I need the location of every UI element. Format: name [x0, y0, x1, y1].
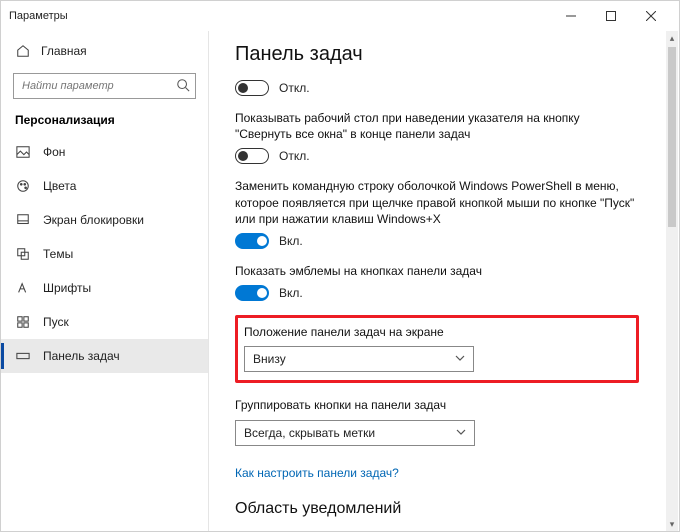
- content-scroll: Панель задач Откл. Показывать рабочий ст…: [209, 31, 679, 531]
- image-icon: [15, 144, 31, 160]
- sidebar-section-header: Персонализация: [1, 113, 208, 127]
- sidebar-item-background[interactable]: Фон: [1, 135, 208, 169]
- setting-label: Показывать рабочий стол при наведении ук…: [235, 110, 639, 142]
- toggle-state: Откл.: [279, 149, 310, 163]
- search-wrap: [13, 73, 196, 99]
- toggle-state: Вкл.: [279, 286, 303, 300]
- sidebar-item-lockscreen[interactable]: Экран блокировки: [1, 203, 208, 237]
- highlight-taskbar-position: Положение панели задач на экране Внизу: [235, 315, 639, 383]
- sidebar-item-fonts[interactable]: Шрифты: [1, 271, 208, 305]
- start-icon: [15, 314, 31, 330]
- content-pane: Панель задач Откл. Показывать рабочий ст…: [209, 31, 679, 531]
- setting-label: Показать эмблемы на кнопках панели задач: [235, 263, 639, 279]
- sidebar: Главная Персонализация Фон Цвета: [1, 31, 209, 531]
- sidebar-item-label: Темы: [43, 247, 73, 261]
- setting-peek-desktop: Показывать рабочий стол при наведении ук…: [235, 110, 639, 164]
- scrollbar-down-arrow[interactable]: ▾: [666, 517, 678, 531]
- sidebar-item-label: Панель задач: [43, 349, 120, 363]
- search-input[interactable]: [13, 73, 196, 99]
- close-button[interactable]: [631, 1, 671, 31]
- dropdown-taskbar-position[interactable]: Внизу: [244, 346, 474, 372]
- home-icon: [15, 43, 31, 59]
- lockscreen-icon: [15, 212, 31, 228]
- setting-label: Заменить командную строку оболочкой Wind…: [235, 178, 639, 227]
- settings-window: Параметры Главная: [0, 0, 680, 532]
- setting-badges: Показать эмблемы на кнопках панели задач…: [235, 263, 639, 301]
- sidebar-item-label: Пуск: [43, 315, 69, 329]
- section-notification-area: Область уведомлений: [235, 500, 639, 518]
- taskbar-icon: [15, 348, 31, 364]
- dropdown-value: Всегда, скрывать метки: [244, 426, 375, 440]
- sidebar-item-taskbar[interactable]: Панель задач: [1, 339, 208, 373]
- themes-icon: [15, 246, 31, 262]
- maximize-button[interactable]: [591, 1, 631, 31]
- home-button[interactable]: Главная: [1, 37, 208, 65]
- home-label: Главная: [41, 44, 87, 58]
- minimize-button[interactable]: [551, 1, 591, 31]
- vertical-scrollbar[interactable]: ▴ ▾: [666, 31, 678, 531]
- sidebar-item-label: Шрифты: [43, 281, 91, 295]
- main-area: Главная Персонализация Фон Цвета: [1, 31, 679, 531]
- toggle-peek-desktop[interactable]: [235, 148, 269, 164]
- setting-powershell: Заменить командную строку оболочкой Wind…: [235, 178, 639, 249]
- toggle-prev[interactable]: [235, 80, 269, 96]
- setting-unknown-prev: Откл.: [235, 80, 639, 96]
- chevron-down-icon: [456, 426, 466, 440]
- page-title: Панель задач: [235, 43, 639, 66]
- sidebar-item-themes[interactable]: Темы: [1, 237, 208, 271]
- help-link-taskbar[interactable]: Как настроить панели задач?: [235, 466, 399, 480]
- search-icon: [176, 78, 190, 95]
- toggle-state: Вкл.: [279, 234, 303, 248]
- scrollbar-up-arrow[interactable]: ▴: [666, 31, 678, 45]
- setting-label: Положение панели задач на экране: [244, 324, 630, 340]
- dropdown-group-buttons[interactable]: Всегда, скрывать метки: [235, 420, 475, 446]
- setting-group-buttons: Группировать кнопки на панели задач Всег…: [235, 397, 639, 445]
- sidebar-item-label: Фон: [43, 145, 65, 159]
- sidebar-item-label: Экран блокировки: [43, 213, 144, 227]
- dropdown-value: Внизу: [253, 352, 286, 366]
- titlebar: Параметры: [1, 1, 679, 31]
- sidebar-item-label: Цвета: [43, 179, 76, 193]
- scrollbar-thumb[interactable]: [668, 47, 676, 227]
- toggle-state: Откл.: [279, 81, 310, 95]
- sidebar-nav: Фон Цвета Экран блокировки Темы Шрифты: [1, 135, 208, 373]
- toggle-badges[interactable]: [235, 285, 269, 301]
- palette-icon: [15, 178, 31, 194]
- fonts-icon: [15, 280, 31, 296]
- window-title: Параметры: [9, 10, 68, 22]
- toggle-powershell[interactable]: [235, 233, 269, 249]
- chevron-down-icon: [455, 352, 465, 366]
- sidebar-item-start[interactable]: Пуск: [1, 305, 208, 339]
- setting-label: Группировать кнопки на панели задач: [235, 397, 639, 413]
- sidebar-item-colors[interactable]: Цвета: [1, 169, 208, 203]
